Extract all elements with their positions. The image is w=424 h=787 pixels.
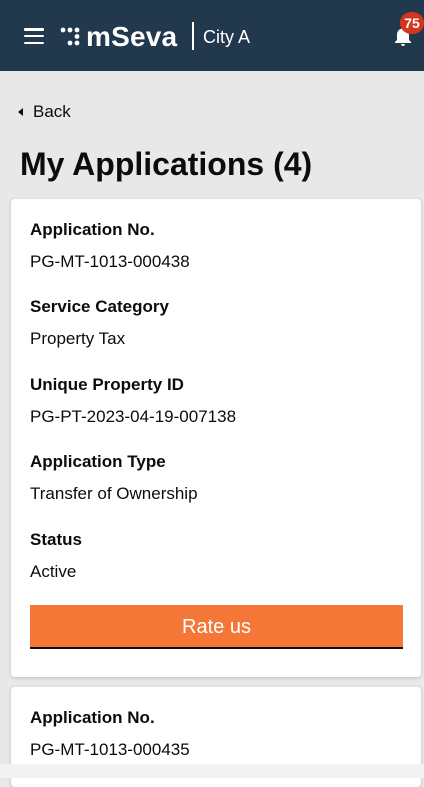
status-value: Active bbox=[30, 562, 77, 581]
service-category-value: Property Tax bbox=[30, 329, 126, 348]
property-id-value: PG-PT-2023-04-19-007138 bbox=[30, 407, 237, 426]
property-id-label: Unique Property ID bbox=[30, 375, 184, 394]
back-arrow-icon bbox=[18, 108, 23, 116]
service-category-field: Service Category Property Tax bbox=[30, 296, 169, 350]
back-link[interactable]: Back bbox=[18, 101, 71, 123]
city-name: City A bbox=[203, 27, 251, 47]
property-id-field: Unique Property ID PG-PT-2023-04-19-0071… bbox=[30, 374, 236, 428]
service-category-label: Service Category bbox=[30, 297, 169, 316]
application-number-value: PG-MT-1013-000435 bbox=[30, 740, 190, 759]
application-number-value: PG-MT-1013-000438 bbox=[30, 252, 190, 271]
application-number-field: Application No. PG-MT-1013-000438 bbox=[30, 219, 190, 273]
application-number-label: Application No. bbox=[30, 708, 155, 727]
menu-icon[interactable] bbox=[24, 28, 44, 44]
application-card: Application No. PG-MT-1013-000438 Servic… bbox=[11, 199, 421, 677]
application-number-field: Application No. PG-MT-1013-000435 bbox=[30, 707, 190, 761]
header-divider bbox=[192, 22, 194, 50]
brand-name: mSeva bbox=[86, 21, 178, 52]
application-type-label: Application Type bbox=[30, 452, 166, 471]
page-title: My Applications (4) bbox=[20, 146, 313, 182]
application-number-label: Application No. bbox=[30, 220, 155, 239]
application-type-value: Transfer of Ownership bbox=[30, 484, 198, 503]
status-label: Status bbox=[30, 530, 82, 549]
top-bar: mSeva City A 75 bbox=[0, 0, 424, 71]
bottom-bar bbox=[0, 764, 424, 778]
back-label: Back bbox=[33, 102, 71, 121]
application-type-field: Application Type Transfer of Ownership bbox=[30, 451, 198, 505]
status-field: Status Active bbox=[30, 529, 82, 583]
rate-us-button[interactable]: Rate us bbox=[30, 605, 403, 649]
notification-badge: 75 bbox=[400, 12, 424, 34]
mseva-logo-icon bbox=[60, 27, 80, 46]
